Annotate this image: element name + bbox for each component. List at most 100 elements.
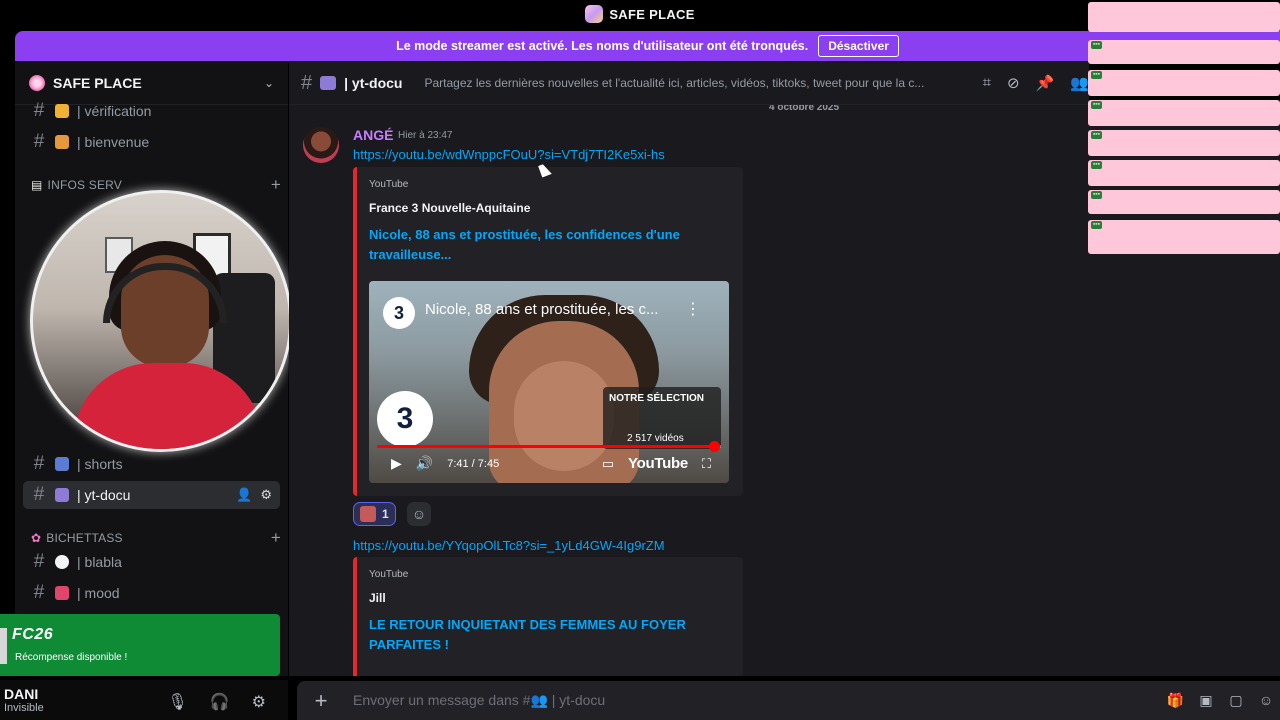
disable-streamer-mode-button[interactable]: Désactiver [818, 35, 899, 57]
server-name: SAFE PLACE [53, 75, 142, 91]
volume-icon[interactable]: 🔊 [416, 455, 433, 472]
reward-promo-card[interactable]: FC26 Récompense disponible ! [0, 614, 280, 676]
fc26-logo: FC26 [12, 626, 54, 643]
gif-icon[interactable]: ▣ [1198, 692, 1214, 709]
youtube-embed: YouTube Jill LE RETOUR INQUIETANT DES FE… [353, 557, 743, 676]
hash-icon: # [33, 131, 45, 152]
flower-emoji-icon: ✿ [31, 531, 42, 545]
channel-bienvenue[interactable]: # | bienvenue [23, 128, 280, 156]
message-link[interactable]: https://youtu.be/wdWnppcFOuU?si=VTdj7TI2… [353, 147, 665, 162]
france3-logo: 3 [377, 391, 433, 447]
attach-plus-icon[interactable]: + [297, 688, 345, 714]
chat-overlay-message: ▪▪▪ [1088, 70, 1280, 96]
banner-message: Le mode streamer est activé. Les noms d'… [396, 39, 809, 53]
channel-label: | blabla [77, 554, 122, 570]
film-emoji-icon [55, 457, 69, 471]
progress-knob[interactable] [709, 441, 721, 452]
hash-icon: # [33, 551, 45, 572]
subtitles-icon[interactable]: ▭ [602, 456, 614, 472]
more-options-icon[interactable]: ⋮ [685, 299, 701, 319]
user-status: Invisible [4, 701, 44, 714]
message-timestamp: Hier à 23:47 [398, 130, 453, 141]
server-rail [0, 62, 15, 614]
selection-count: 2 517 vidéos [627, 433, 684, 444]
add-channel-icon[interactable]: + [271, 175, 281, 195]
sticker-icon[interactable]: ▢ [1228, 692, 1244, 709]
reaction-chip[interactable]: 1 [353, 502, 396, 526]
progress-fill [377, 445, 715, 448]
embed-title[interactable]: LE RETOUR INQUIETANT DES FEMMES AU FOYER… [369, 615, 699, 655]
play-icon[interactable]: ▶ [391, 455, 402, 472]
hash-icon: # [33, 100, 45, 121]
add-reaction-icon[interactable]: ☺ [407, 502, 431, 526]
channel-mood[interactable]: # | mood [23, 579, 280, 607]
channel-topic[interactable]: Partagez les dernières nouvelles et l'ac… [424, 76, 939, 90]
invite-icon[interactable]: 👤 [236, 487, 252, 503]
channel-verification[interactable]: # | vérification [23, 97, 280, 125]
channel-header: # | yt-docu Partagez les dernières nouve… [289, 62, 1089, 105]
members-icon[interactable]: 👥 [1070, 74, 1089, 92]
chat-overlay-message: ▪▪▪ [1088, 190, 1280, 214]
fullscreen-icon[interactable]: ⛶ [702, 456, 711, 472]
embed-title[interactable]: Nicole, 88 ans et prostituée, les confid… [369, 225, 699, 265]
category-label: BICHETTASS [46, 531, 123, 545]
stream-chat-overlay: ▪▪▪ ▪▪▪ ▪▪▪ ▪▪▪ ▪▪▪ ▪▪▪ ▪▪▪ [1088, 0, 1280, 260]
gear-icon[interactable]: ⚙ [252, 692, 266, 712]
channel-label: | bienvenue [77, 134, 150, 150]
chat-overlay-message: ▪▪▪ [1088, 130, 1280, 156]
message-author[interactable]: ANGÉ [353, 127, 393, 143]
key-emoji-icon [55, 104, 69, 118]
message-composer: + Envoyer un message dans #👥 | yt-docu 🎁… [297, 681, 1280, 720]
embed-author[interactable]: Jill [369, 591, 386, 605]
channel-label: | shorts [77, 456, 123, 472]
channel-blabla[interactable]: # | blabla [23, 548, 280, 576]
chat-overlay-message: ▪▪▪ [1088, 100, 1280, 126]
microphone-icon[interactable]: 🎙 [167, 692, 187, 712]
youtube-logo[interactable]: YouTube [628, 455, 688, 472]
video-player[interactable]: 3 Nicole, 88 ans et prostituée, les c...… [369, 281, 729, 483]
channel-yt-docu[interactable]: # | yt-docu 👤 ⚙ [23, 481, 280, 509]
channel-label: | yt-docu [77, 487, 131, 503]
channel-label: | vérification [77, 103, 152, 119]
progress-bar[interactable] [377, 441, 721, 452]
chevron-down-icon: ⌄ [263, 76, 274, 90]
threads-icon[interactable]: ⌗ [983, 74, 991, 92]
reaction-emoji-icon [360, 506, 376, 522]
video-title[interactable]: Nicole, 88 ans et prostituée, les c... [425, 301, 658, 318]
channel-label: | mood [77, 585, 120, 601]
chat-overlay-message: ▪▪▪ [1088, 40, 1280, 64]
chat-overlay-message: ▪▪▪ [1088, 160, 1280, 186]
channel-shorts[interactable]: # | shorts [23, 450, 280, 478]
username: DANI [4, 685, 39, 702]
pin-icon[interactable]: 📌 [1036, 74, 1055, 92]
hash-icon: # [33, 453, 45, 474]
emoji-icon[interactable]: ☺ [1258, 692, 1274, 709]
hash-icon: # [33, 484, 45, 505]
window-title: SAFE PLACE [609, 6, 695, 22]
channel-logo: 3 [383, 297, 415, 329]
selection-title: NOTRE SÉLECTION [609, 393, 705, 404]
avatar[interactable] [303, 127, 339, 163]
people-emoji-icon [320, 76, 337, 90]
embed-provider: YouTube [369, 179, 409, 190]
chat-overlay-message: ▪▪▪ [1088, 220, 1280, 254]
hash-icon: # [301, 71, 313, 94]
add-channel-icon[interactable]: + [271, 528, 281, 548]
embed-author[interactable]: France 3 Nouvelle-Aquitaine [369, 201, 530, 215]
user-panel: DANI Invisible 🎙 🎧 ⚙ [0, 680, 288, 720]
video-time: 7:41 / 7:45 [447, 457, 500, 470]
gear-icon[interactable]: ⚙ [260, 487, 272, 503]
channel-name: | yt-docu [344, 75, 403, 91]
page-emoji-icon: ▤ [31, 178, 43, 192]
selection-card[interactable]: NOTRE SÉLECTION 2 517 vidéos [603, 387, 721, 449]
message-link[interactable]: https://youtu.be/YYqopOlLTc8?si=_1yLd4GW… [353, 538, 665, 553]
category-bichettass[interactable]: ✿ BICHETTASS + [31, 528, 281, 548]
message-input[interactable]: Envoyer un message dans #👥 | yt-docu [353, 692, 605, 709]
notification-muted-icon[interactable]: ⊘ [1007, 74, 1020, 92]
headphones-icon[interactable]: 🎧 [210, 692, 230, 712]
user-info[interactable]: DANI Invisible [4, 685, 44, 714]
gift-icon[interactable]: 🎁 [1167, 692, 1184, 709]
server-icon [29, 75, 45, 91]
hash-icon: # [33, 582, 45, 603]
category-label: INFOS SERV [47, 178, 123, 192]
